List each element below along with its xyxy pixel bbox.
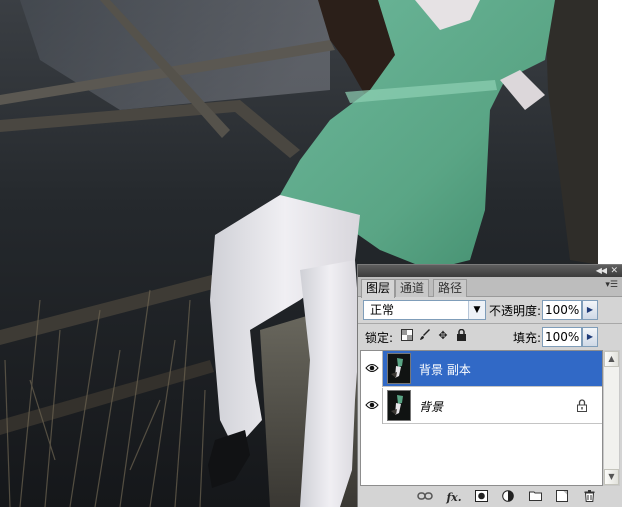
fx-icon[interactable]: fx. [445, 490, 463, 506]
scroll-up-button[interactable]: ▲ [604, 351, 619, 367]
panel-bottom-toolbar: fx. [358, 488, 622, 507]
blend-mode-select[interactable]: 正常 ▼ [363, 300, 486, 320]
panel-tab-bar: 图层 通道 路径 ▾☰ [358, 277, 622, 298]
tab-layers[interactable]: 图层 [361, 279, 396, 298]
eye-icon [365, 401, 379, 409]
divider [358, 323, 622, 324]
close-icon[interactable]: ✕ [610, 265, 618, 277]
double-chevron-right-icon[interactable]: ◀◀ [596, 265, 607, 277]
adjustment-icon[interactable] [499, 490, 517, 506]
folder-icon[interactable] [526, 490, 544, 506]
link-icon[interactable] [416, 490, 434, 506]
visibility-toggle[interactable] [361, 351, 383, 387]
brush-icon[interactable] [418, 329, 432, 343]
fill-label: 填充: [513, 331, 542, 345]
eye-icon [365, 364, 379, 372]
tab-channels[interactable]: 通道 [395, 279, 430, 297]
layer-thumbnail [387, 353, 411, 384]
panel-menu-icon[interactable]: ▾☰ [605, 280, 618, 290]
layers-panel: ◀◀ ✕ 图层 通道 路径 ▾☰ 正常 ▼ 不透明度: 100% ▶ 锁定: ✥… [357, 264, 622, 507]
scroll-down-button[interactable]: ▼ [604, 469, 619, 485]
layer-list-scrollbar[interactable]: ▲ ▼ [603, 350, 620, 486]
layer-list: 背景 副本 背景 [360, 350, 603, 486]
visibility-toggle[interactable] [361, 388, 383, 424]
layer-name[interactable]: 背景 [419, 398, 443, 415]
move-icon[interactable]: ✥ [436, 329, 450, 343]
tab-paths[interactable]: 路径 [433, 279, 468, 297]
lock-icon [577, 399, 587, 412]
panel-title-bar[interactable]: ◀◀ ✕ [358, 265, 622, 277]
layer-thumbnail [387, 390, 411, 421]
layer-row-background[interactable]: 背景 [361, 388, 602, 424]
trash-icon[interactable] [580, 490, 598, 506]
lock-transparent-pixels-icon[interactable] [400, 329, 414, 343]
opacity-slider-button[interactable]: ▶ [582, 300, 598, 320]
opacity-label: 不透明度: [489, 304, 542, 318]
layer-row-background-copy[interactable]: 背景 副本 [361, 351, 602, 387]
chevron-down-icon[interactable]: ▼ [468, 301, 485, 319]
lock-icon[interactable] [454, 328, 468, 343]
layer-name[interactable]: 背景 副本 [419, 361, 471, 378]
mask-icon[interactable] [472, 490, 490, 506]
new-layer-icon[interactable] [553, 490, 571, 506]
opacity-input[interactable]: 100% [542, 300, 582, 320]
fill-slider-button[interactable]: ▶ [582, 327, 598, 347]
blend-mode-value: 正常 [370, 303, 395, 317]
fill-input[interactable]: 100% [542, 327, 582, 347]
lock-label: 锁定: [365, 331, 394, 345]
